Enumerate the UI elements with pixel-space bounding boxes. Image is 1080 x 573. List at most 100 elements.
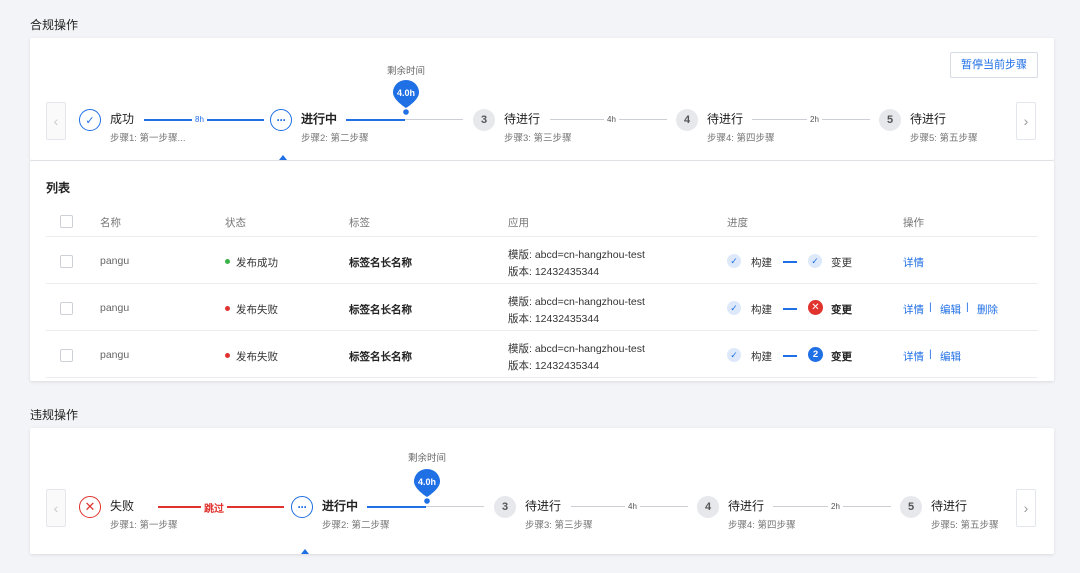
check-icon: ✓ (727, 254, 741, 268)
row-checkbox[interactable] (60, 255, 73, 268)
row-app-version: 版本: 12432435344 (508, 360, 600, 372)
step-5-number: 5 (900, 496, 922, 518)
step-2-subtitle: 步骤2: 第二步骤 (301, 133, 369, 144)
step-2-subtitle: 步骤2: 第二步骤 (322, 520, 390, 531)
step-4-number: 4 (676, 109, 698, 131)
check-icon: ✓ (79, 109, 101, 131)
ellipsis-icon: ··· (291, 496, 313, 518)
connector-4-5-duration: 2h (807, 115, 822, 124)
row-name: pangu (100, 302, 130, 314)
step-5-title: 待进行 (931, 499, 968, 513)
step-2-title: 进行中 (301, 112, 338, 126)
step-2-title: 进行中 (322, 499, 359, 513)
chevron-right-icon: › (1023, 113, 1029, 129)
steps-prev-button[interactable]: ‹ (46, 102, 66, 140)
steps-next-button[interactable]: › (1016, 102, 1036, 140)
chevron-left-icon: ‹ (53, 113, 59, 129)
delete-link[interactable]: 删除 (977, 302, 998, 317)
row-tag: 标签名长名称 (349, 257, 412, 269)
step-5-subtitle: 步骤5: 第五步骤 (931, 520, 999, 531)
details-link[interactable]: 详情 (903, 349, 924, 364)
ellipsis-icon: ··· (270, 109, 292, 131)
chevron-right-icon: › (1023, 500, 1029, 516)
row-app-version: 版本: 12432435344 (508, 266, 600, 278)
progress-step-build: 构建 (751, 351, 772, 363)
row-tag: 标签名长名称 (349, 304, 412, 316)
header-divider (46, 236, 1038, 237)
step-4-subtitle: 步骤4: 第四步骤 (728, 520, 796, 531)
violation-section-title: 违规操作 (30, 408, 79, 422)
step-4-title: 待进行 (728, 499, 765, 513)
row-divider (46, 283, 1038, 284)
select-all-checkbox[interactable] (60, 215, 73, 228)
step-5-title: 待进行 (910, 112, 947, 126)
progress-step-number: 2 (808, 347, 823, 362)
violation-steps-card: ‹ › 剩余时间 4.0h ✕ 失败 步骤1: 第一步骤 跳过 ··· 进行中 … (30, 428, 1054, 554)
progress-connector (783, 355, 797, 357)
step-5-number: 5 (879, 109, 901, 131)
details-link[interactable]: 详情 (903, 302, 924, 317)
remaining-time-label: 剩余时间 (387, 66, 426, 77)
compliance-steps-card: 暂停当前步骤 ‹ › 剩余时间 4.0h ✓ 成功 步骤1: 第一步骤... 8… (30, 38, 1054, 160)
row-status: 发布成功 (236, 257, 278, 269)
row-app-template: 模版: abcd=cn-hangzhou-test (508, 296, 645, 308)
action-separator: | (929, 348, 932, 360)
remaining-time-value: 4.0h (417, 477, 436, 487)
column-header-status: 状态 (225, 217, 246, 229)
step-1-title: 成功 (110, 112, 135, 126)
row-name: pangu (100, 349, 130, 361)
compliance-section-title: 合规操作 (30, 18, 79, 32)
connector-2-3-progress (367, 506, 426, 508)
steps-next-button[interactable]: › (1016, 489, 1036, 527)
row-checkbox[interactable] (60, 349, 73, 362)
row-status: 发布失败 (236, 304, 278, 316)
status-dot (225, 306, 230, 311)
steps-prev-button[interactable]: ‹ (46, 489, 66, 527)
step-4-number: 4 (697, 496, 719, 518)
row-tag: 标签名长名称 (349, 351, 412, 363)
connector-1-2-duration: 8h (192, 115, 207, 124)
connector-4-5-duration: 2h (828, 502, 843, 511)
list-title: 列表 (46, 181, 71, 195)
row-divider (46, 330, 1038, 331)
remaining-time-value: 4.0h (396, 88, 415, 98)
row-name: pangu (100, 255, 130, 267)
step-3-subtitle: 步骤3: 第三步骤 (525, 520, 593, 531)
step-3-title: 待进行 (504, 112, 541, 126)
status-dot (225, 353, 230, 358)
progress-step-change: 变更 (831, 304, 852, 316)
check-icon: ✓ (727, 301, 741, 315)
action-separator: | (966, 301, 969, 313)
action-separator: | (929, 301, 932, 313)
step-4-subtitle: 步骤4: 第四步骤 (707, 133, 775, 144)
row-app-template: 模版: abcd=cn-hangzhou-test (508, 343, 645, 355)
step-1-title: 失败 (110, 499, 135, 513)
column-header-app: 应用 (508, 217, 529, 229)
column-header-actions: 操作 (903, 217, 924, 229)
row-divider (46, 377, 1038, 378)
edit-link[interactable]: 编辑 (940, 302, 961, 317)
progress-step-change: 变更 (831, 351, 852, 363)
status-dot (225, 259, 230, 264)
progress-step-build: 构建 (751, 257, 772, 269)
pause-current-step-button[interactable]: 暂停当前步骤 (950, 52, 1038, 78)
column-header-name: 名称 (100, 217, 121, 229)
current-step-pointer (301, 549, 309, 554)
step-3-number: 3 (473, 109, 495, 131)
list-card: 列表 名称 状态 标签 应用 进度 操作 pangu 发布成功 标签名长名称 模… (30, 161, 1054, 381)
remaining-time-label: 剩余时间 (408, 453, 447, 464)
connector-1-2-skipped: 跳过 (201, 500, 227, 515)
connector-2-3-progress (346, 119, 405, 121)
details-link[interactable]: 详情 (903, 255, 924, 270)
check-icon: ✓ (727, 348, 741, 362)
progress-connector (783, 308, 797, 310)
row-checkbox[interactable] (60, 302, 73, 315)
row-app-template: 模版: abcd=cn-hangzhou-test (508, 249, 645, 261)
row-status: 发布失败 (236, 351, 278, 363)
chevron-left-icon: ‹ (53, 500, 59, 516)
step-3-title: 待进行 (525, 499, 562, 513)
close-icon: ✕ (79, 496, 101, 518)
step-1-subtitle: 步骤1: 第一步骤... (110, 133, 186, 144)
edit-link[interactable]: 编辑 (940, 349, 961, 364)
progress-connector (783, 261, 797, 263)
